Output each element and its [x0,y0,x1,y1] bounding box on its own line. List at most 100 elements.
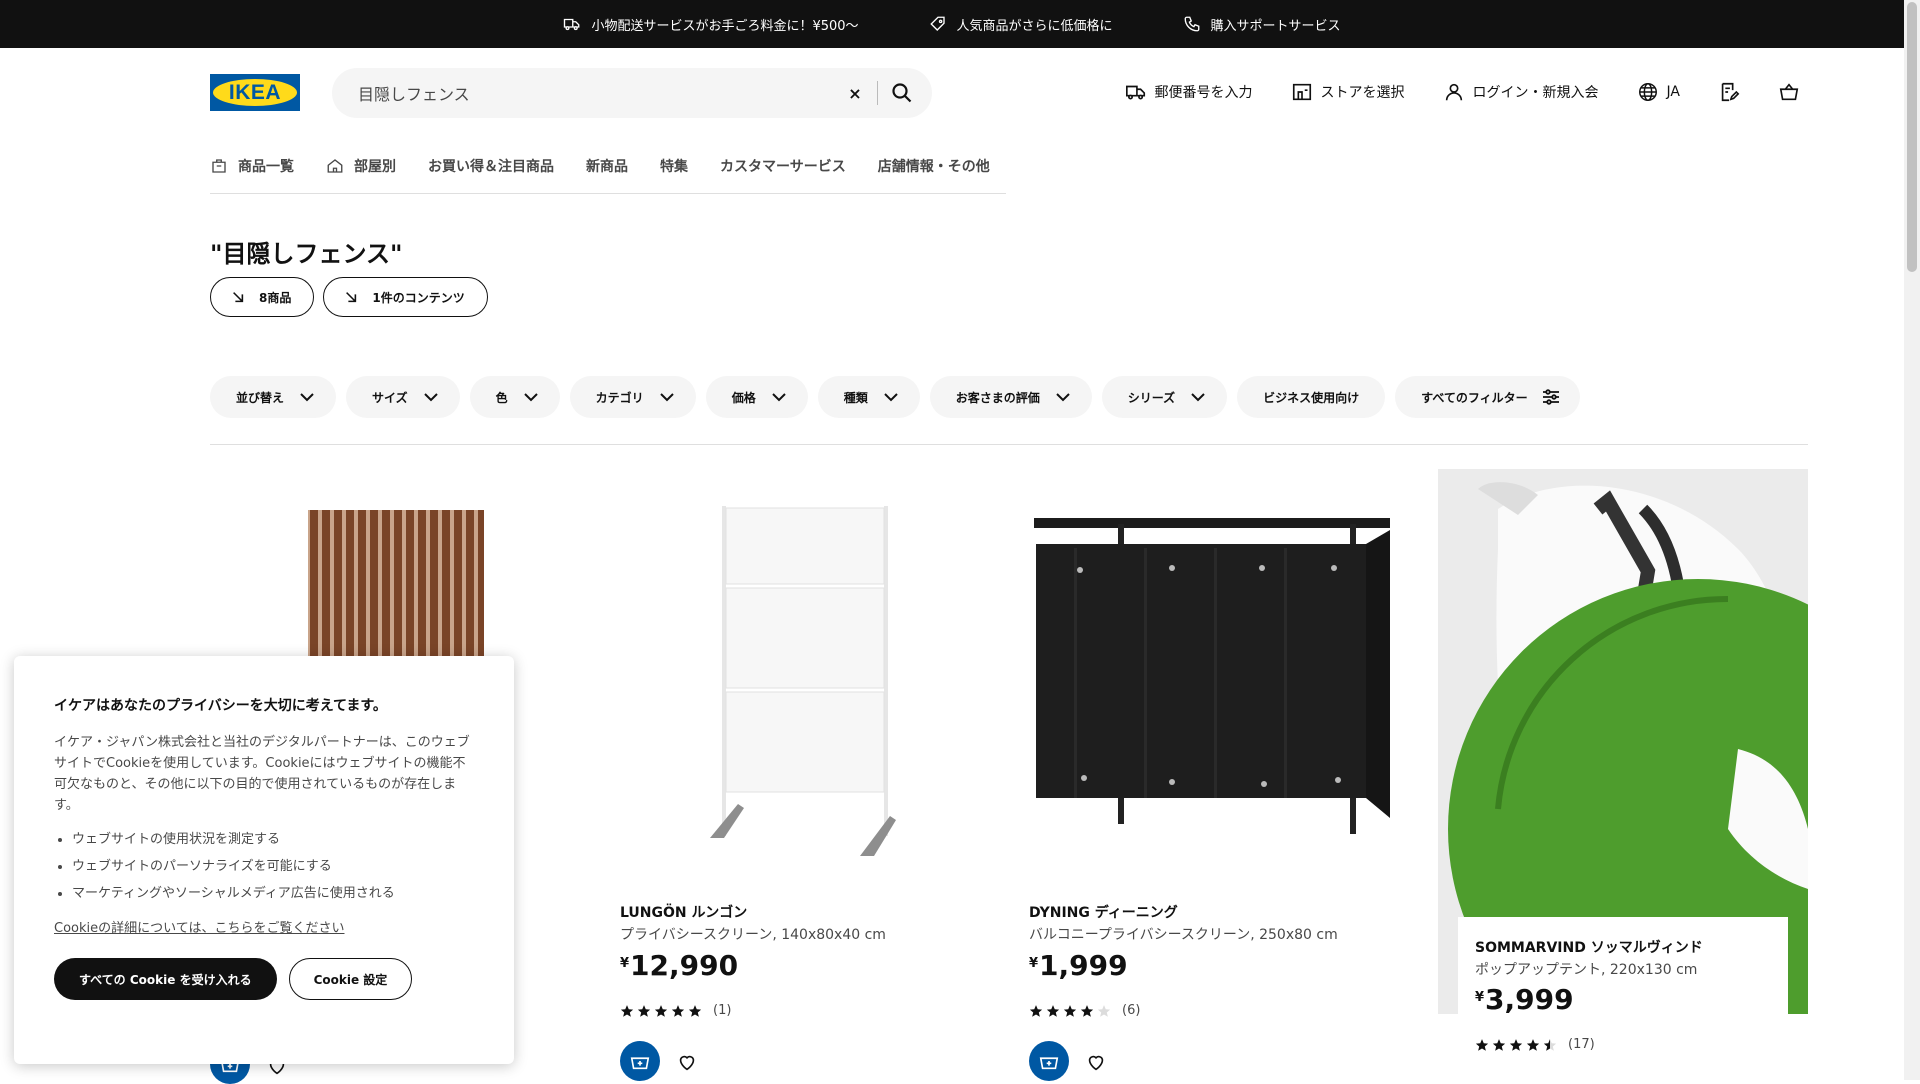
filter-rating[interactable]: お客さまの評価 [929,376,1092,418]
promo-low-price-text: 人気商品がさらに低価格に [956,18,1113,34]
filter-sort[interactable]: 並び替え [210,376,337,418]
filter-category[interactable]: カテゴリ [569,376,696,418]
nav-label: 特集 [660,159,688,175]
nav-store-info[interactable]: 店舗情報・その他 [878,148,990,176]
shopping-list-icon[interactable] [1718,81,1740,103]
nav-products[interactable]: 商品一覧 [210,148,294,176]
chevron-down-icon [1191,393,1205,402]
language-label: JA [1666,84,1680,100]
nav-rooms[interactable]: 部屋別 [326,148,396,176]
filter-divider [210,444,1808,445]
clear-search-icon[interactable]: × [843,81,867,105]
nav-features[interactable]: 特集 [660,148,688,176]
star-icon [1080,1004,1094,1017]
chevron-down-icon [884,393,898,402]
filter-series[interactable]: シリーズ [1101,376,1228,418]
nav-deals[interactable]: お買い得＆注目商品 [428,148,554,176]
cookie-title: イケアはあなたのプライバシーを大切に考えてます。 [54,698,387,714]
star-empty-icon [1097,1004,1111,1017]
filter-type[interactable]: 種類 [817,376,920,418]
filter-business[interactable]: ビジネス使用向け [1237,376,1386,418]
product-price: ¥ 12,990 [620,952,738,980]
ikea-logo[interactable]: IKEA [210,74,300,111]
star-icon [637,1004,651,1017]
filter-label: 価格 [731,390,756,405]
favourite-button[interactable] [1085,1050,1109,1074]
product-name[interactable]: SOMMARVIND ソッマルヴィンド [1475,937,1703,957]
user-icon [1445,83,1462,101]
filter-label: 色 [495,390,508,405]
bag-icon [212,159,226,173]
sliders-icon [1542,389,1559,405]
favourite-button[interactable] [676,1050,700,1074]
price-tag-icon [929,16,945,31]
nav-customer-service[interactable]: カスタマーサービス [720,148,846,176]
product-price: ¥ 3,999 [1475,986,1574,1014]
star-icon [1063,1004,1077,1017]
product-rating[interactable]: (6) [1029,1003,1140,1018]
site-header: IKEA 目隠しフェンス × 郵便番号を入力 ストアを選択 ログイン・新規入会 … [0,48,1904,136]
star-icon [620,1004,634,1017]
price-currency: ¥ [1029,956,1039,971]
login-link[interactable]: ログイン・新規入会 [1443,81,1599,103]
jump-products-label: 8商品 [259,290,292,305]
star-icon [1509,1038,1523,1051]
filter-price[interactable]: 価格 [705,376,808,418]
filter-size[interactable]: サイズ [346,376,460,418]
accept-all-cookies-button[interactable]: すべての Cookie を受け入れる [54,958,277,1000]
search-bar[interactable]: 目隠しフェンス × [332,68,932,118]
add-to-cart-button[interactable] [1029,1041,1069,1081]
cookie-buttons: すべての Cookie を受け入れる Cookie 設定 [54,958,474,1000]
cookie-settings-button[interactable]: Cookie 設定 [288,958,413,1000]
cookie-more-link[interactable]: Cookieの詳細については、こちらをご覧ください [54,917,344,936]
star-icon [1492,1038,1506,1051]
product-description: ポップアップテント, 220x130 cm [1475,962,1698,978]
store-link[interactable]: ストアを選択 [1291,81,1405,103]
product-image-fence[interactable] [300,500,490,660]
filter-bar: 並び替え サイズ 色 カテゴリ 価格 種類 お客さまの評価 シリーズ ビジネス使… [210,376,1580,418]
cookie-purpose-item: ウェブサイトのパーソナライズを可能にする [72,853,474,880]
add-to-cart-button[interactable] [620,1041,660,1081]
scrollbar-thumb[interactable] [1907,2,1917,272]
product-name[interactable]: LUNGÖN ルンゴン [620,902,747,922]
filter-label: カテゴリ [595,390,644,405]
jump-content-label: 1件のコンテンツ [372,290,465,305]
filter-label: ビジネス使用向け [1263,390,1360,405]
promo-low-price[interactable]: 人気商品がさらに低価格に [929,15,1113,34]
language-link[interactable]: JA [1637,81,1680,103]
jump-products-button[interactable]: 8商品 [210,277,315,317]
heart-icon [679,1055,695,1071]
product-name[interactable]: DYNING ディーニング [1029,902,1178,922]
product-image-lungon[interactable] [700,500,910,860]
jump-content-button[interactable]: 1件のコンテンツ [323,277,488,317]
cookie-body: イケア・ジャパン株式会社と当社のデジタルパートナーは、このウェブサイトでCook… [54,735,470,813]
promo-delivery[interactable]: 小物配送サービスがお手ごろ料金に！¥500〜 [563,15,859,34]
page-scrollbar[interactable] [1904,0,1920,1080]
postcode-link[interactable]: 郵便番号を入力 [1125,81,1253,103]
filter-color[interactable]: 色 [469,376,560,418]
review-count: (6) [1122,1003,1141,1018]
nav-new[interactable]: 新商品 [586,148,628,176]
search-input[interactable]: 目隠しフェンス [358,81,843,105]
store-icon [1292,83,1311,101]
chevron-down-icon [1056,393,1070,402]
product-description: プライバシースクリーン, 140x80x40 cm [620,927,886,943]
store-label: ストアを選択 [1320,85,1405,101]
cart-icon[interactable] [1778,81,1800,103]
nav-label: 部屋別 [354,159,396,175]
cookie-purpose-item: マーケティングやソーシャルメディア広告に使用される [72,880,474,907]
chevron-down-icon [771,393,786,402]
product-image-dyning[interactable] [1034,508,1394,852]
promo-support[interactable]: 購入サポートサービス [1183,15,1341,34]
phone-icon [1184,16,1199,32]
cart-plus-icon [1039,1057,1059,1070]
main-nav: 商品一覧 部屋別 お買い得＆注目商品 新商品 特集 カスタマーサービス 店舗情報… [210,148,1006,194]
all-filters-button[interactable]: すべてのフィルター [1395,376,1580,418]
star-icon [1029,1004,1043,1017]
postcode-label: 郵便番号を入力 [1154,85,1253,101]
product-rating[interactable]: (1) [620,1003,731,1018]
product-rating[interactable]: (17) [1475,1037,1595,1052]
chevron-down-icon [659,393,674,402]
search-icon[interactable] [890,81,914,105]
filter-label: サイズ [372,390,408,405]
